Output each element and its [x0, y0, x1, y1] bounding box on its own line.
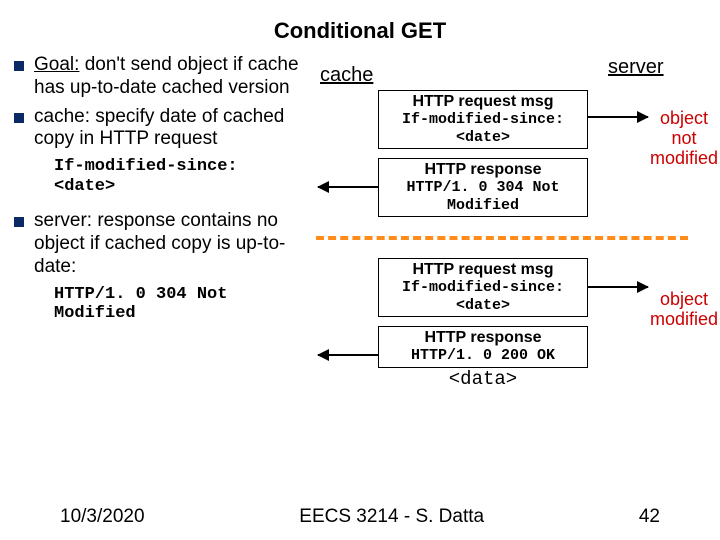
request-mono: If-modified-since: <date>: [385, 111, 581, 146]
server-label: server: [608, 56, 664, 79]
square-bullet-icon: [14, 217, 24, 227]
cache-label: cache: [320, 64, 373, 87]
response-mono: HTTP/1. 0 200 OK: [385, 347, 581, 364]
note-modified: objectmodified: [650, 290, 718, 330]
note-text: objectnotmodified: [650, 108, 718, 168]
goal-label: Goal:: [34, 54, 79, 75]
request-mono: If-modified-since: <date>: [385, 279, 581, 314]
request-box-2: HTTP request msg If-modified-since: <dat…: [378, 258, 588, 317]
footer-date: 10/3/2020: [60, 506, 145, 528]
response-box-2: HTTP response HTTP/1. 0 200 OK: [378, 326, 588, 368]
square-bullet-icon: [14, 61, 24, 71]
bullet-text: server: response contains no object if c…: [34, 210, 308, 278]
note-not-modified: objectnotmodified: [650, 109, 718, 168]
square-bullet-icon: [14, 113, 24, 123]
arrow-right-icon: [588, 116, 648, 118]
divider-dash: [316, 236, 688, 240]
request-header: HTTP request msg: [385, 261, 581, 279]
response-box-1: HTTP response HTTP/1. 0 304 Not Modified: [378, 158, 588, 217]
list-item: server: response contains no object if c…: [14, 210, 308, 278]
bullet-text: Goal: don't send object if cache has up-…: [34, 54, 308, 100]
diagram-area: cache server HTTP request msg If-modifie…: [308, 54, 708, 338]
content-area: Goal: don't send object if cache has up-…: [0, 44, 720, 338]
arrow-left-icon: [318, 186, 378, 188]
list-item: cache: specify date of cached copy in HT…: [14, 106, 308, 152]
response-header: HTTP response: [385, 161, 581, 179]
arrow-left-icon: [318, 354, 378, 356]
arrow-right-icon: [588, 286, 648, 288]
code-snippet: HTTP/1. 0 304 Not Modified: [54, 285, 308, 324]
bullet-list: Goal: don't send object if cache has up-…: [8, 54, 308, 338]
slide-title: Conditional GET: [0, 0, 720, 44]
request-box-1: HTTP request msg If-modified-since: <dat…: [378, 90, 588, 149]
note-text: objectmodified: [650, 289, 718, 329]
request-header: HTTP request msg: [385, 93, 581, 111]
bullet-text: cache: specify date of cached copy in HT…: [34, 106, 308, 152]
footer-page: 42: [639, 506, 660, 528]
list-item: Goal: don't send object if cache has up-…: [14, 54, 308, 100]
code-snippet: If-modified-since: <date>: [54, 157, 308, 196]
data-label: <data>: [433, 368, 533, 390]
footer-course: EECS 3214 - S. Datta: [299, 506, 484, 528]
response-mono: HTTP/1. 0 304 Not Modified: [385, 179, 581, 214]
response-header: HTTP response: [385, 329, 581, 347]
slide-footer: 10/3/2020 EECS 3214 - S. Datta 42: [0, 506, 720, 528]
